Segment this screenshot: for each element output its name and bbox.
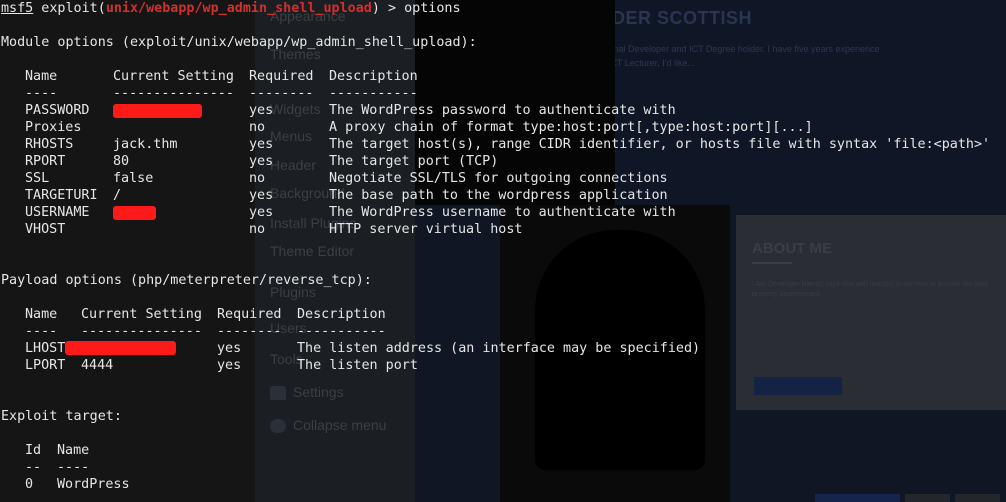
prompt-module: unix/webapp/wp_admin_shell_upload [105,1,372,16]
option-description: The base path to the wordpress applicati… [329,188,668,203]
column-underline: -- [25,460,42,475]
redacted-value [65,341,176,355]
exploit-target-heading: Exploit target: [1,409,122,424]
option-value: jack.thm [113,137,178,152]
column-underline: -------- [249,86,314,101]
option-value: 4444 [81,358,114,373]
column-header-description: Description [329,69,418,84]
module-options-heading: Module options (exploit/unix/webapp/wp_a… [1,35,477,50]
option-name: SSL [25,171,50,186]
option-name: RHOSTS [25,137,74,152]
option-description: The WordPress password to authenticate w… [329,103,676,118]
column-header-current-setting: Current Setting [113,69,234,84]
option-name: TARGETURI [25,188,98,203]
column-header-required: Required [217,307,282,322]
option-name: LPORT [25,358,66,373]
option-description: Negotiate SSL/TLS for outgoing connectio… [329,171,668,186]
column-underline: --------------- [113,86,234,101]
option-name: USERNAME [25,205,90,220]
option-required: no [249,222,266,237]
prompt-exploit-open: exploit( [33,1,106,16]
prompt-prefix: msf5 [1,1,34,16]
column-underline: ---- [25,324,58,339]
redacted-value [113,104,202,118]
option-required: yes [217,358,242,373]
option-value: 80 [113,154,130,169]
option-required: no [249,171,266,186]
column-underline: ---- [57,460,90,475]
column-underline: -------- [217,324,282,339]
prompt-command: options [404,1,461,16]
column-header-id: Id [25,443,42,458]
option-description: The listen port [297,358,418,373]
prompt-exploit-close: ) > [371,1,405,16]
column-underline: ----------- [297,324,386,339]
option-required: yes [249,154,274,169]
column-header-name: Name [25,307,58,322]
option-required: yes [217,341,242,356]
redacted-value [113,206,156,220]
option-value: / [113,188,122,203]
option-description: The listen address (an interface may be … [297,341,701,356]
column-underline: --------------- [81,324,202,339]
option-description: The WordPress username to authenticate w… [329,205,676,220]
target-id: 0 [25,477,34,492]
option-required: yes [249,103,274,118]
option-name: VHOST [25,222,66,237]
column-header-required: Required [249,69,314,84]
option-required: yes [249,137,274,152]
option-description: The target port (TCP) [329,154,499,169]
column-underline: ----------- [329,86,418,101]
option-required: no [249,120,266,135]
option-description: A proxy chain of format type:host:port[,… [329,120,813,135]
option-value: false [113,171,154,186]
prompt-line: msf5 exploit(unix/webapp/wp_admin_shell_… [1,0,461,17]
column-header-current-setting: Current Setting [81,307,202,322]
option-description: The target host(s), range CIDR identifie… [329,137,991,152]
option-name: Proxies [25,120,82,135]
option-required: yes [249,188,274,203]
column-header-description: Description [297,307,386,322]
column-underline: ---- [25,86,58,101]
option-required: yes [249,205,274,220]
terminal[interactable]: msf5 exploit(unix/webapp/wp_admin_shell_… [0,0,1006,502]
option-name: LHOST [25,341,66,356]
target-name: WordPress [57,477,130,492]
option-name: PASSWORD [25,103,90,118]
payload-options-heading: Payload options (php/meterpreter/reverse… [1,273,372,288]
column-header-name: Name [25,69,58,84]
column-header-name: Name [57,443,90,458]
option-name: RPORT [25,154,66,169]
option-description: HTTP server virtual host [329,222,523,237]
